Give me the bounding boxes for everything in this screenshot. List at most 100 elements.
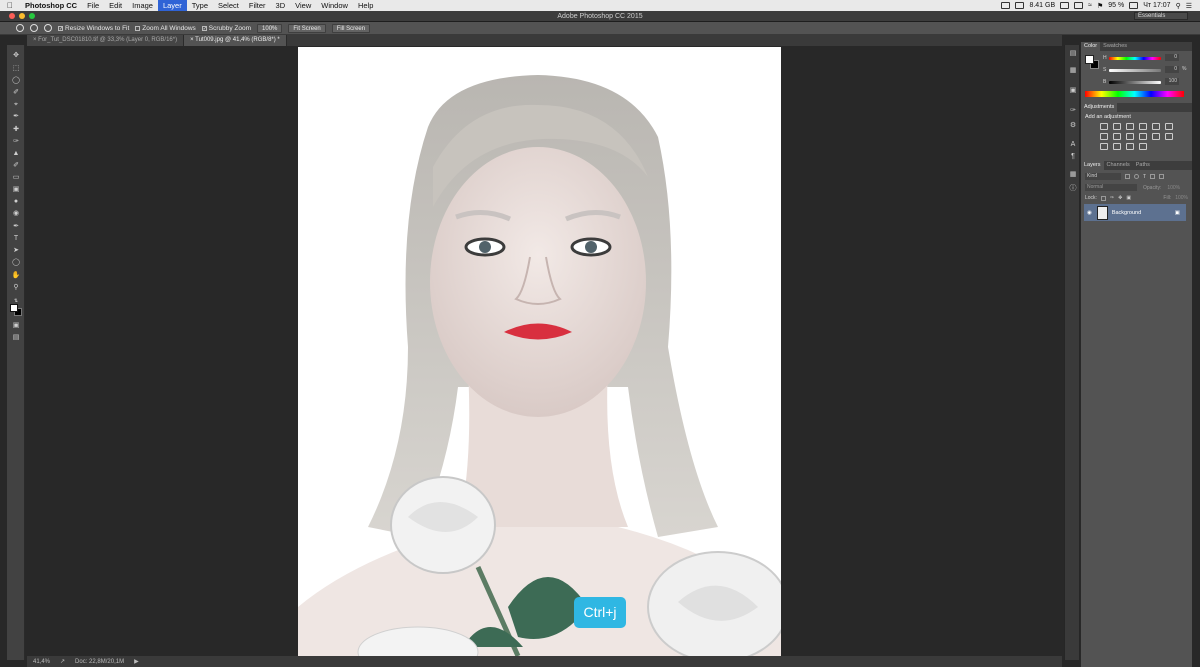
quick-mask-icon[interactable]: ▣ xyxy=(11,321,21,330)
resize-windows-checkbox[interactable]: ✓ Resize Windows to Fit xyxy=(58,25,129,32)
history-icon[interactable]: ▤ xyxy=(1069,50,1077,58)
battery-readout[interactable]: 95 % xyxy=(1108,2,1124,9)
display-icon[interactable] xyxy=(1074,2,1084,9)
hand-tool-icon[interactable]: ✋ xyxy=(11,271,21,280)
info-icon[interactable]: ⓘ xyxy=(1069,185,1077,193)
r-value[interactable]: 0 xyxy=(1165,54,1179,61)
libraries-icon[interactable]: ▣ xyxy=(1069,87,1077,95)
clone-source-icon[interactable]: ⚙ xyxy=(1069,122,1077,130)
fit-screen-button[interactable]: Fit Screen xyxy=(288,23,326,33)
video-icon[interactable] xyxy=(1001,2,1011,9)
menu-image[interactable]: Image xyxy=(127,0,158,11)
scrubby-zoom-checkbox[interactable]: ✓ Scrubby Zoom xyxy=(201,25,251,32)
share-icon[interactable]: ↗ xyxy=(60,658,65,665)
lock-all-icon[interactable]: ▣ xyxy=(1126,195,1131,201)
path-select-tool-icon[interactable]: ➤ xyxy=(11,246,21,255)
tool-presets-icon[interactable]: ▦ xyxy=(1069,171,1077,179)
apple-icon[interactable]:  xyxy=(0,1,20,10)
g-value[interactable]: 0 xyxy=(1165,66,1179,73)
notification-icon[interactable]: ☰ xyxy=(1186,2,1192,10)
document-canvas[interactable] xyxy=(298,47,781,656)
clock[interactable]: Чт 17:07 xyxy=(1143,2,1170,9)
menu-layer[interactable]: Layer xyxy=(157,0,187,11)
gradient-map-icon[interactable] xyxy=(1125,143,1134,150)
fill-screen-button[interactable]: Fill Screen xyxy=(331,23,371,33)
gradient-tool-icon[interactable]: ▣ xyxy=(11,185,21,194)
menu-file[interactable]: File xyxy=(82,0,104,11)
paragraph-icon[interactable]: ¶ xyxy=(1069,153,1077,161)
menu-type[interactable]: Type xyxy=(187,0,213,11)
tab-color[interactable]: Color xyxy=(1081,42,1101,51)
menu-help[interactable]: Help xyxy=(353,0,378,11)
spotlight-icon[interactable]: ⚲ xyxy=(1176,2,1181,10)
zoom-level[interactable]: 41,4% xyxy=(33,659,50,665)
pen-tool-icon[interactable]: ✒ xyxy=(11,222,21,231)
black-white-icon[interactable] xyxy=(1112,133,1121,140)
eraser-tool-icon[interactable]: ▭ xyxy=(11,173,21,182)
tab-channels[interactable]: Channels xyxy=(1104,161,1133,170)
tab-swatches[interactable]: Swatches xyxy=(1100,42,1130,51)
tab-layers[interactable]: Layers xyxy=(1081,161,1104,170)
color-lookup-icon[interactable] xyxy=(1151,133,1160,140)
dodge-tool-icon[interactable]: ◉ xyxy=(11,209,21,218)
filter-adjustment-icon[interactable] xyxy=(1134,174,1139,179)
tab-tut009[interactable]: × Tut009.jpg @ 41,4% (RGB/8*) * xyxy=(184,35,287,46)
zoom-100-button[interactable]: 100% xyxy=(257,23,283,33)
foreground-color-swatch[interactable] xyxy=(10,304,18,312)
blend-mode-select[interactable]: Normal xyxy=(1085,184,1137,191)
layer-lock-icon[interactable]: ▣ xyxy=(1175,210,1186,216)
color-spectrum[interactable] xyxy=(1085,91,1184,97)
tab-for-tut[interactable]: × For_Tut_DSC01810.tif @ 33,3% (Layer 0,… xyxy=(27,35,185,46)
stamp-tool-icon[interactable]: ▲ xyxy=(11,149,21,158)
threshold-icon[interactable] xyxy=(1112,143,1121,150)
flag-icon[interactable]: ⚑ xyxy=(1097,2,1103,10)
crop-tool-icon[interactable]: ⌖ xyxy=(11,100,21,109)
properties-icon[interactable]: ▦ xyxy=(1069,67,1077,75)
invert-icon[interactable] xyxy=(1164,133,1173,140)
menu-view[interactable]: View xyxy=(290,0,316,11)
app-menu[interactable]: Photoshop CC xyxy=(20,0,82,11)
layer-row-background[interactable]: ◉ Background ▣ xyxy=(1084,204,1186,221)
tab-paths[interactable]: Paths xyxy=(1133,161,1153,170)
workspace-switcher[interactable]: Essentials xyxy=(1134,12,1188,20)
levels-icon[interactable] xyxy=(1112,123,1121,130)
menu-window[interactable]: Window xyxy=(316,0,353,11)
brush-presets-icon[interactable]: ✑ xyxy=(1069,107,1077,115)
history-brush-tool-icon[interactable]: ✐ xyxy=(11,161,21,170)
curves-icon[interactable] xyxy=(1125,123,1134,130)
fill-value[interactable]: 100% xyxy=(1175,195,1188,201)
type-tool-icon[interactable]: T xyxy=(11,234,21,243)
b-value[interactable]: 100 xyxy=(1165,78,1179,85)
color-balance-icon[interactable] xyxy=(1099,133,1108,140)
zoom-tool-icon[interactable]: ⚲ xyxy=(11,283,21,292)
lock-transparent-icon[interactable] xyxy=(1100,195,1106,201)
opacity-value[interactable]: 100% xyxy=(1167,185,1180,191)
menu-filter[interactable]: Filter xyxy=(244,0,271,11)
menu-edit[interactable]: Edit xyxy=(104,0,127,11)
channel-mixer-icon[interactable] xyxy=(1138,133,1147,140)
brightness-contrast-icon[interactable] xyxy=(1099,123,1108,130)
quick-select-tool-icon[interactable]: ✐ xyxy=(11,88,21,97)
zoom-in-icon[interactable] xyxy=(30,24,38,32)
expand-arrow-icon[interactable]: ▶ xyxy=(134,658,139,665)
fg-color-swatch[interactable] xyxy=(1085,55,1094,64)
vibrance-icon[interactable] xyxy=(1151,123,1160,130)
doc-size[interactable]: Doc: 22,8M/20,1M xyxy=(75,659,124,665)
exposure-icon[interactable] xyxy=(1138,123,1147,130)
zoom-out-icon[interactable] xyxy=(44,24,52,32)
lock-paint-icon[interactable]: ✑ xyxy=(1110,195,1114,201)
wifi-icon[interactable]: ≈ xyxy=(1088,2,1092,9)
lock-move-icon[interactable]: ✥ xyxy=(1118,195,1122,201)
lasso-tool-icon[interactable]: ◯ xyxy=(11,76,21,85)
healing-tool-icon[interactable]: ✚ xyxy=(11,125,21,134)
menu-select[interactable]: Select xyxy=(213,0,244,11)
marquee-tool-icon[interactable]: ⬚ xyxy=(11,64,21,73)
kind-filter[interactable]: Kind xyxy=(1085,173,1121,180)
eyedropper-tool-icon[interactable]: ✒ xyxy=(11,112,21,121)
brush-tool-icon[interactable]: ✑ xyxy=(11,137,21,146)
filter-smart-icon[interactable] xyxy=(1159,174,1165,179)
screen-mode-icon[interactable]: ▤ xyxy=(11,333,21,342)
hue-saturation-icon[interactable] xyxy=(1164,123,1173,130)
filter-type-icon[interactable]: T xyxy=(1143,174,1146,180)
zoom-all-checkbox[interactable]: Zoom All Windows xyxy=(135,25,196,32)
